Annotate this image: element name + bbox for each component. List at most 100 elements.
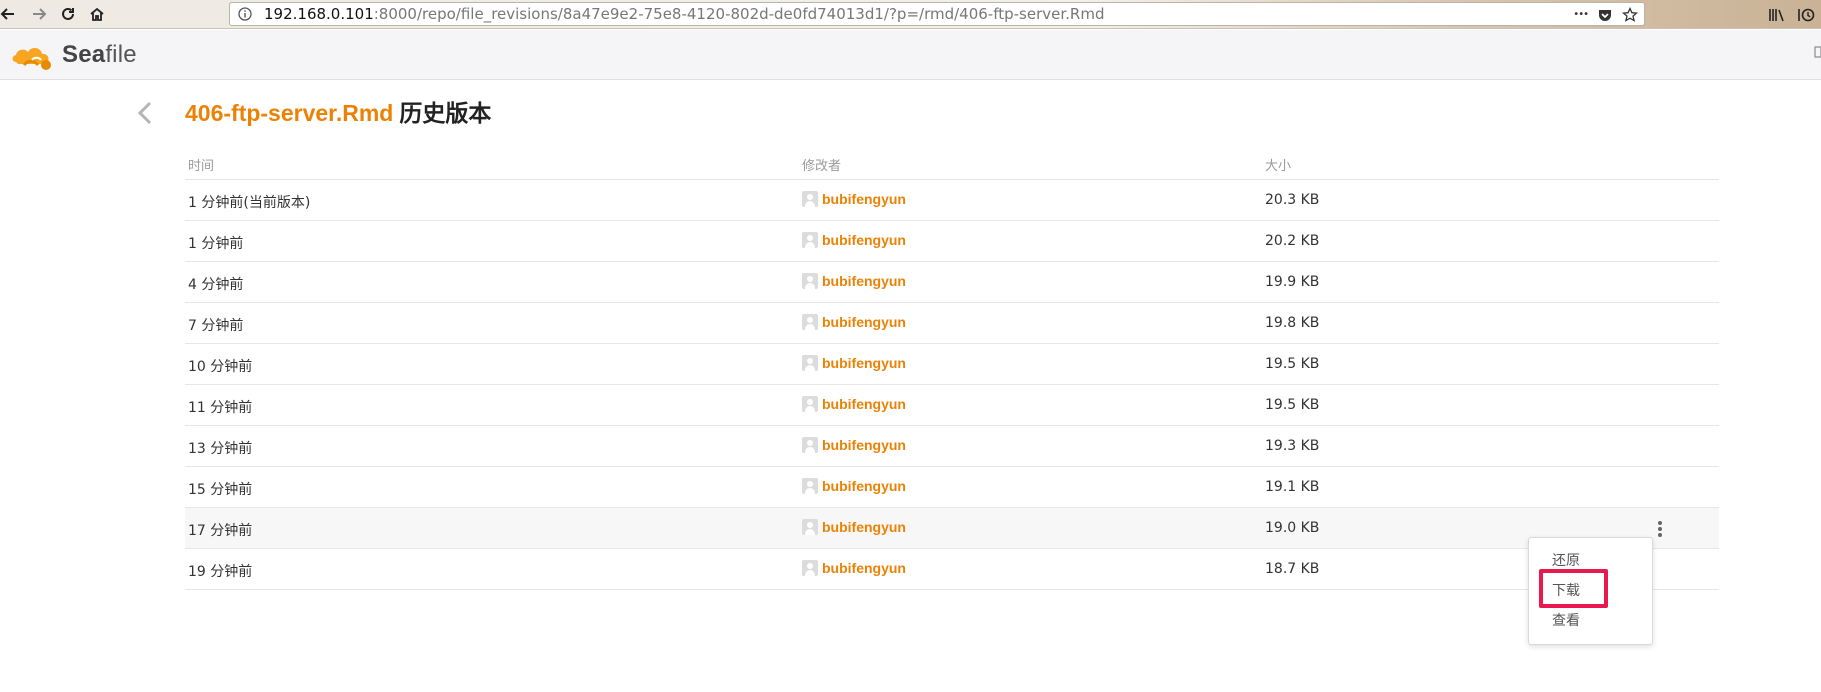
revision-modifier: bubifengyun bbox=[802, 519, 906, 535]
home-icon bbox=[90, 7, 104, 21]
logo-text-bold: Sea bbox=[62, 41, 106, 68]
revision-time: 19 分钟前 bbox=[188, 564, 253, 580]
revision-time: 7 分钟前 bbox=[188, 318, 244, 334]
revision-modifier: bubifengyun bbox=[802, 437, 906, 453]
modifier-link[interactable]: bubifengyun bbox=[822, 478, 906, 494]
table-row[interactable]: 4 分钟前 bubifengyun 19.9 KB bbox=[185, 262, 1719, 303]
avatar-icon bbox=[802, 560, 818, 576]
modifier-link[interactable]: bubifengyun bbox=[822, 355, 906, 371]
seafile-cloud-icon bbox=[12, 48, 51, 70]
table-row[interactable]: 10 分钟前 bubifengyun 19.5 KB bbox=[185, 344, 1719, 385]
modifier-link[interactable]: bubifengyun bbox=[822, 273, 906, 289]
table-body: 1 分钟前(当前版本) bubifengyun 20.3 KB 1 分钟前 bubife… bbox=[185, 180, 1719, 590]
logo-text-rest: file bbox=[105, 41, 137, 68]
revision-operations-menu: 还原 下载 查看 bbox=[1528, 537, 1653, 645]
modifier-link[interactable]: bubifengyun bbox=[822, 191, 906, 207]
arrow-left-icon bbox=[0, 8, 14, 20]
avatar-icon bbox=[802, 273, 818, 289]
modifier-link[interactable]: bubifengyun bbox=[822, 314, 906, 330]
table-row[interactable]: 1 分钟前 bubifengyun 20.2 KB bbox=[185, 221, 1719, 262]
revision-modifier: bubifengyun bbox=[802, 396, 906, 412]
back-to-folder-button[interactable] bbox=[133, 99, 157, 127]
arrow-right-icon bbox=[33, 8, 47, 20]
table-row[interactable]: 19 分钟前 bubifengyun 18.7 KB bbox=[185, 549, 1719, 590]
table-row[interactable]: 1 分钟前(当前版本) bubifengyun 20.3 KB bbox=[185, 180, 1719, 221]
more-options-icon[interactable] bbox=[1652, 519, 1668, 539]
revision-modifier: bubifengyun bbox=[802, 355, 906, 371]
avatar-icon bbox=[802, 191, 818, 207]
library-icon bbox=[1769, 9, 1784, 22]
modifier-link[interactable]: bubifengyun bbox=[822, 437, 906, 453]
revision-time: 13 分钟前 bbox=[188, 441, 253, 457]
revision-size: 19.1 KB bbox=[1265, 479, 1320, 495]
menu-item-restore[interactable]: 还原 bbox=[1529, 548, 1652, 574]
avatar-icon bbox=[802, 519, 818, 535]
forward-button[interactable] bbox=[27, 2, 51, 26]
avatar-icon bbox=[802, 396, 818, 412]
revision-modifier: bubifengyun bbox=[802, 273, 906, 289]
back-button[interactable] bbox=[0, 2, 20, 26]
user-icon bbox=[1814, 46, 1821, 58]
reload-icon bbox=[62, 7, 74, 20]
revision-size: 19.9 KB bbox=[1265, 274, 1320, 290]
modifier-link[interactable]: bubifengyun bbox=[822, 519, 906, 535]
home-button[interactable] bbox=[85, 2, 109, 26]
revision-size: 19.5 KB bbox=[1265, 356, 1320, 372]
revision-size: 18.7 KB bbox=[1265, 561, 1320, 577]
table-row[interactable]: 13 分钟前 bubifengyun 19.3 KB bbox=[185, 426, 1719, 467]
url-text: 192.168.0.101:8000/repo/file_revisions/8… bbox=[264, 3, 1104, 25]
chevron-left-icon bbox=[137, 101, 152, 125]
revision-time: 17 分钟前 bbox=[188, 523, 253, 539]
modifier-link[interactable]: bubifengyun bbox=[822, 232, 906, 248]
avatar-icon bbox=[802, 437, 818, 453]
revision-size: 20.3 KB bbox=[1265, 192, 1320, 208]
column-header-modifier: 修改者 bbox=[802, 159, 842, 174]
column-header-size: 大小 bbox=[1265, 159, 1292, 174]
table-header: 时间 修改者 大小 bbox=[185, 143, 1719, 180]
file-revisions-table: 时间 修改者 大小 1 分钟前(当前版本) bubifengyun 20.3 KB 1… bbox=[185, 143, 1719, 590]
page-actions-menu[interactable]: ••• bbox=[1573, 4, 1589, 25]
table-row[interactable]: 11 分钟前 bubifengyun 19.5 KB bbox=[185, 385, 1719, 426]
file-name: 406-ftp-server.Rmd bbox=[185, 100, 394, 126]
modifier-link[interactable]: bubifengyun bbox=[822, 396, 906, 412]
revision-time: 4 分钟前 bbox=[188, 277, 244, 293]
avatar-icon bbox=[802, 355, 818, 371]
seafile-logo-text: Seafile bbox=[62, 41, 137, 69]
title-suffix: 历史版本 bbox=[399, 100, 492, 126]
menu-item-download[interactable]: 下载 bbox=[1529, 578, 1652, 604]
address-bar[interactable]: 192.168.0.101:8000/repo/file_revisions/8… bbox=[229, 2, 1645, 26]
history-clock-icon bbox=[1798, 8, 1815, 22]
info-icon[interactable] bbox=[238, 7, 252, 21]
revision-modifier: bubifengyun bbox=[802, 314, 906, 330]
table-row[interactable]: 15 分钟前 bubifengyun 19.1 KB bbox=[185, 467, 1719, 508]
revision-time: 10 分钟前 bbox=[188, 359, 253, 375]
bookmark-star-icon[interactable] bbox=[1622, 7, 1638, 23]
revision-size: 19.3 KB bbox=[1265, 438, 1320, 454]
revision-time: 1 分钟前 bbox=[188, 236, 244, 252]
table-row[interactable]: 17 分钟前 bubifengyun 19.0 KB bbox=[185, 508, 1719, 549]
revision-modifier: bubifengyun bbox=[802, 232, 906, 248]
table-row[interactable]: 7 分钟前 bubifengyun 19.8 KB bbox=[185, 303, 1719, 344]
pocket-icon[interactable] bbox=[1597, 7, 1613, 23]
revision-time: 1 分钟前(当前版本) bbox=[188, 195, 311, 211]
menu-item-view[interactable]: 查看 bbox=[1529, 608, 1652, 634]
url-host: 192.168.0.101 bbox=[264, 5, 374, 23]
modifier-link[interactable]: bubifengyun bbox=[822, 560, 906, 576]
revision-modifier: bubifengyun bbox=[802, 478, 906, 494]
seafile-logo[interactable]: Seafile bbox=[10, 38, 137, 72]
avatar-icon bbox=[802, 232, 818, 248]
revision-modifier: bubifengyun bbox=[802, 191, 906, 207]
header-user-icon[interactable] bbox=[1813, 44, 1821, 62]
library-button[interactable] bbox=[1768, 4, 1786, 26]
browser-toolbar: 192.168.0.101:8000/repo/file_revisions/8… bbox=[0, 0, 1821, 29]
revision-modifier: bubifengyun bbox=[802, 560, 906, 576]
sidebar-history-button[interactable] bbox=[1797, 4, 1815, 26]
url-path: :8000/repo/file_revisions/8a47e9e2-75e8-… bbox=[373, 5, 1105, 23]
column-header-time: 时间 bbox=[188, 159, 215, 174]
page-title: 406-ftp-server.Rmd 历史版本 bbox=[185, 98, 491, 128]
revision-size: 19.0 KB bbox=[1265, 520, 1320, 536]
revision-time: 11 分钟前 bbox=[188, 400, 253, 416]
avatar-icon bbox=[802, 478, 818, 494]
reload-button[interactable] bbox=[56, 2, 80, 26]
revision-size: 20.2 KB bbox=[1265, 233, 1320, 249]
